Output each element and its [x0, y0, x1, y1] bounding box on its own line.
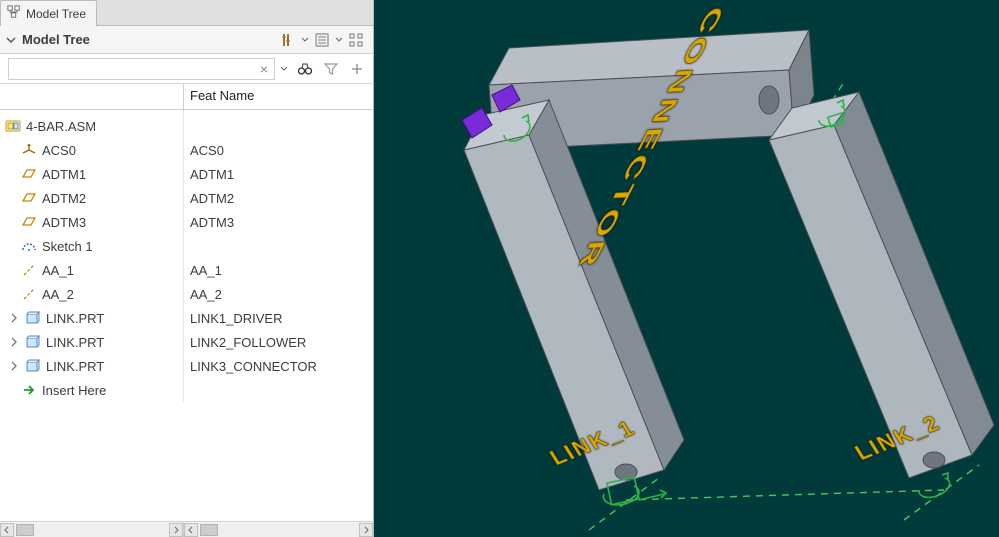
- expand-icon[interactable]: [8, 360, 20, 372]
- plane-icon: [20, 189, 38, 207]
- expand-icon[interactable]: [8, 312, 20, 324]
- feat-cell: [184, 114, 373, 138]
- search-dropdown[interactable]: [279, 65, 289, 73]
- tree-body: 4-BAR.ASM ACS0 ADTM1 ADTM2: [0, 110, 373, 521]
- insert-icon: [20, 381, 38, 399]
- tree-item[interactable]: LINK.PRT: [0, 354, 183, 378]
- scroll-left-icon[interactable]: [184, 523, 198, 537]
- model-tree-panel: Model Tree Model Tree ×: [0, 0, 374, 537]
- part-icon: [24, 333, 42, 351]
- feat-cell: ADTM1: [184, 162, 373, 186]
- axis-icon: [20, 261, 38, 279]
- panel-header: Model Tree: [0, 26, 373, 54]
- feat-cell: ADTM3: [184, 210, 373, 234]
- tree-item-label: ADTM2: [42, 191, 86, 206]
- feat-cell: [184, 234, 373, 258]
- binoculars-icon[interactable]: [295, 59, 315, 79]
- part-icon: [24, 309, 42, 327]
- plane-icon: [20, 213, 38, 231]
- tree-item-label: ACS0: [42, 143, 76, 158]
- tree-item[interactable]: ACS0: [0, 138, 183, 162]
- column2-header[interactable]: Feat Name: [184, 84, 373, 109]
- scroll-right-icon[interactable]: [169, 523, 183, 537]
- feat-cell: [184, 378, 373, 402]
- tree-item-label: LINK.PRT: [46, 311, 104, 326]
- panel-title: Model Tree: [22, 32, 277, 47]
- clear-search-icon[interactable]: ×: [255, 61, 273, 77]
- part-icon: [24, 357, 42, 375]
- tree-options-button[interactable]: [345, 29, 367, 51]
- tree-item-label: Sketch 1: [42, 239, 93, 254]
- tree-icon: [7, 5, 21, 22]
- tab-label: Model Tree: [26, 7, 86, 21]
- sketch-icon: [20, 237, 38, 255]
- tree-item[interactable]: ADTM2: [0, 186, 183, 210]
- show-button[interactable]: [311, 29, 333, 51]
- search-input[interactable]: [8, 58, 275, 80]
- tree-item[interactable]: AA_1: [0, 258, 183, 282]
- tab-strip: Model Tree: [0, 0, 373, 26]
- tree-item[interactable]: LINK.PRT: [0, 330, 183, 354]
- part-link2: [769, 92, 994, 478]
- assembly-icon: [4, 117, 22, 135]
- tree-item-label: Insert Here: [42, 383, 106, 398]
- columns-header: Feat Name: [0, 84, 373, 110]
- tree-insert-here[interactable]: Insert Here: [0, 378, 183, 402]
- feat-cell: AA_2: [184, 282, 373, 306]
- tree-item[interactable]: LINK.PRT: [0, 306, 183, 330]
- tree-item[interactable]: AA_2: [0, 282, 183, 306]
- settings-dropdown[interactable]: [301, 29, 309, 51]
- tree-item-label: LINK.PRT: [46, 335, 104, 350]
- header-toolbar: [277, 29, 367, 51]
- tree-item[interactable]: ADTM3: [0, 210, 183, 234]
- search-row: ×: [0, 54, 373, 84]
- feat-cell: LINK1_DRIVER: [184, 306, 373, 330]
- axis-icon: [20, 285, 38, 303]
- tree-item[interactable]: ADTM1: [0, 162, 183, 186]
- feat-cell: LINK2_FOLLOWER: [184, 330, 373, 354]
- tree-item-label: AA_1: [42, 263, 74, 278]
- scroll-right-icon[interactable]: [359, 523, 373, 537]
- feat-cell: LINK3_CONNECTOR: [184, 354, 373, 378]
- hscroll-col2[interactable]: [184, 522, 373, 537]
- expand-icon[interactable]: [8, 336, 20, 348]
- scroll-left-icon[interactable]: [0, 523, 14, 537]
- csys-icon: [20, 141, 38, 159]
- settings-button[interactable]: [277, 29, 299, 51]
- graphics-viewport[interactable]: CONNECTOR LINK_1 LINK_2: [374, 0, 999, 537]
- tab-model-tree[interactable]: Model Tree: [0, 0, 97, 26]
- feat-cell: ADTM2: [184, 186, 373, 210]
- scene-svg: [374, 0, 999, 537]
- hscroll-col1[interactable]: [0, 522, 184, 537]
- collapse-icon[interactable]: [4, 33, 18, 47]
- tree-item-label: ADTM3: [42, 215, 86, 230]
- tree-item-label: ADTM1: [42, 167, 86, 182]
- feat-cell: AA_1: [184, 258, 373, 282]
- bottom-scrollbars: [0, 521, 373, 537]
- tree-item[interactable]: Sketch 1: [0, 234, 183, 258]
- show-dropdown[interactable]: [335, 29, 343, 51]
- add-icon[interactable]: [347, 59, 367, 79]
- tree-item-label: LINK.PRT: [46, 359, 104, 374]
- tree-root-label: 4-BAR.ASM: [26, 119, 96, 134]
- filter-icon[interactable]: [321, 59, 341, 79]
- tree-root[interactable]: 4-BAR.ASM: [0, 114, 183, 138]
- column1-header[interactable]: [0, 84, 184, 109]
- plane-icon: [20, 165, 38, 183]
- part-link1: [464, 100, 684, 490]
- tree-item-label: AA_2: [42, 287, 74, 302]
- feat-cell: ACS0: [184, 138, 373, 162]
